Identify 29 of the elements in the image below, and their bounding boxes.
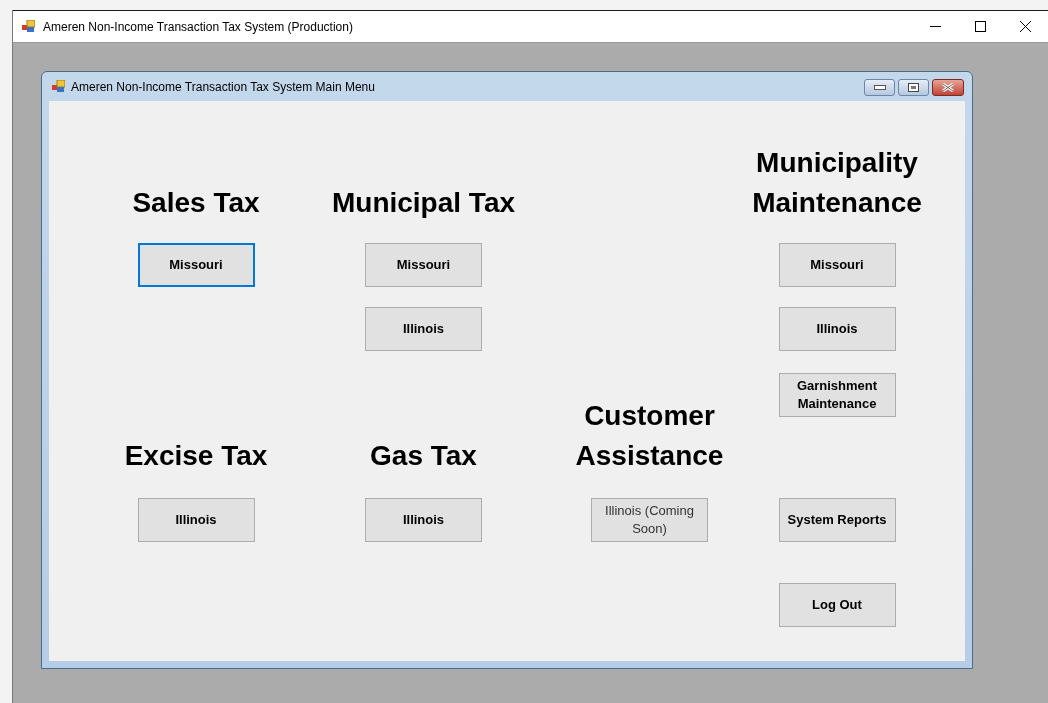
section-heading: Municipality Maintenance [751, 146, 923, 220]
section-heading: Customer Assistance [574, 399, 725, 473]
section-heading: Sales Tax [132, 186, 260, 220]
minimize-button[interactable] [864, 79, 895, 96]
menu-button[interactable]: Illinois [365, 498, 482, 542]
section-heading: Gas Tax [370, 439, 477, 473]
child-window-title: Ameren Non-Income Transaction Tax System Main Menu [71, 79, 376, 94]
menu-button[interactable]: Garnishment Maintenance [778, 373, 896, 417]
menu-button[interactable]: Illinois [365, 307, 482, 351]
menu-button[interactable]: Log Out [778, 583, 896, 627]
close-button[interactable] [932, 79, 964, 96]
app-icon [22, 20, 35, 33]
menu-button[interactable]: Missouri [778, 243, 896, 287]
menu-button[interactable]: Missouri [137, 243, 255, 287]
window-title: Ameren Non-Income Transaction Tax System (Production) [43, 19, 354, 34]
section-heading: Excise Tax [124, 439, 268, 473]
close-icon [942, 83, 954, 92]
menu-button[interactable]: Illinois [137, 498, 255, 542]
app-icon [52, 80, 65, 93]
minimize-icon [873, 85, 886, 90]
minimize-icon [930, 26, 941, 27]
menu-button[interactable]: System Reports [778, 498, 896, 542]
menu-button[interactable]: Illinois [778, 307, 896, 351]
maximize-icon [975, 21, 986, 32]
restore-icon [908, 83, 919, 92]
close-icon [1020, 21, 1031, 32]
menu-button[interactable]: Missouri [365, 243, 482, 287]
restore-button[interactable] [898, 79, 929, 96]
section-heading: Municipal Tax [331, 186, 516, 220]
